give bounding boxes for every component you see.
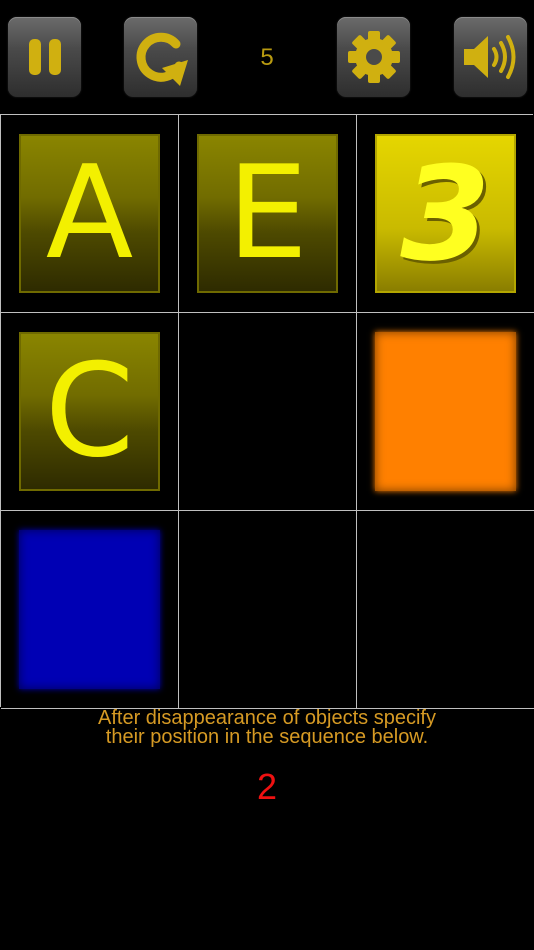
instruction-line-2: their position in the sequence below. (105, 726, 429, 748)
level-counter: 5 (260, 44, 274, 71)
grid-cell-empty[interactable] (357, 511, 534, 709)
grid-cell[interactable]: 3 (357, 115, 534, 313)
grid-cell[interactable]: A (1, 115, 179, 313)
tile-letter: A (45, 138, 134, 288)
sound-button[interactable] (454, 17, 527, 97)
orange-square[interactable] (375, 332, 516, 491)
gear-icon (347, 31, 400, 83)
restart-button[interactable] (124, 17, 197, 97)
grid-cell[interactable]: C (1, 313, 179, 511)
grid-cell-empty[interactable] (179, 511, 357, 709)
tile-digit: 3 (400, 137, 491, 290)
digit-tile[interactable]: 3 (375, 134, 516, 293)
letter-tile[interactable]: E (197, 134, 338, 293)
speaker-icon (463, 35, 515, 79)
settings-button[interactable] (337, 17, 410, 97)
pause-icon (28, 39, 61, 75)
grid-cell[interactable]: E (179, 115, 357, 313)
restart-icon (136, 32, 188, 86)
game-grid: A E 3 C (0, 114, 534, 709)
pause-button[interactable] (8, 17, 81, 97)
letter-tile[interactable]: C (19, 332, 160, 491)
blue-square[interactable] (19, 530, 160, 689)
sequence-answer[interactable]: 2 (0, 766, 534, 808)
letter-tile[interactable]: A (19, 134, 160, 293)
tile-letter: C (44, 336, 135, 486)
top-toolbar: 5 (0, 0, 534, 113)
grid-cell[interactable] (1, 511, 179, 709)
grid-cell[interactable] (357, 313, 534, 511)
instruction-text: After disappearance of objects specify t… (0, 708, 534, 748)
grid-cell-empty[interactable] (179, 313, 357, 511)
tile-letter: E (227, 138, 308, 288)
